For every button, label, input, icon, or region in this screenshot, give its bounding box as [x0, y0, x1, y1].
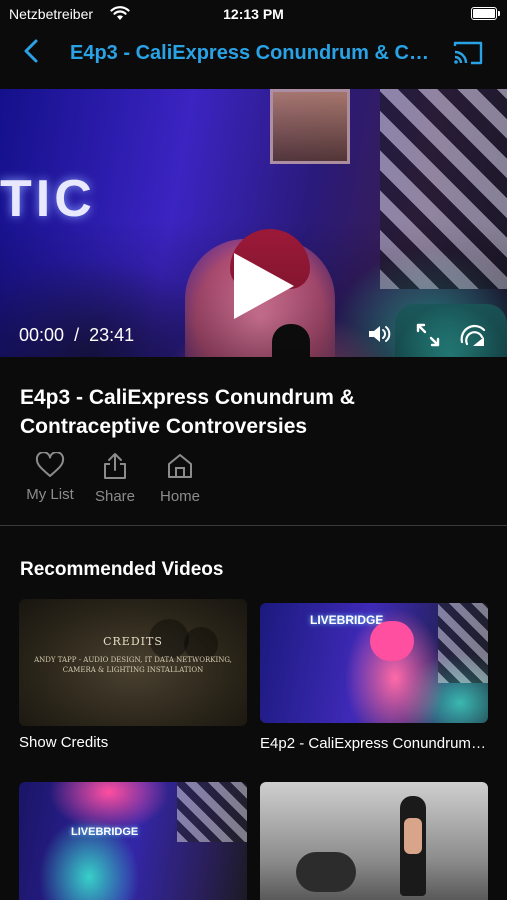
video-scene-poster [270, 89, 350, 164]
heart-icon [35, 452, 65, 477]
nav-title: E4p3 - CaliExpress Conundrum & Contracep… [70, 42, 440, 64]
my-list-label: My List [26, 486, 74, 503]
thumb-neon-text: LIVEBRIDGE [71, 826, 139, 838]
current-time: 00:00 [19, 325, 65, 345]
recommended-card[interactable] [260, 782, 488, 900]
video-caption: Show Credits [19, 734, 109, 751]
recommended-heading: Recommended Videos [20, 559, 224, 580]
time-separator: / [74, 325, 80, 345]
thumb-credits-heading: CREDITS [103, 635, 163, 648]
thumb-neon-text: LIVEBRIDGE [310, 613, 384, 627]
nav-bar: E4p3 - CaliExpress Conundrum & Contracep… [0, 28, 507, 80]
share-label: Share [94, 488, 136, 505]
cast-icon[interactable] [453, 40, 483, 66]
battery-icon [471, 7, 500, 20]
fullscreen-icon[interactable] [415, 322, 441, 348]
video-thumbnail[interactable]: CREDITS ANDY TAPP - AUDIO DESIGN, IT DAT… [19, 599, 247, 726]
share-icon [104, 453, 126, 479]
volume-icon[interactable] [367, 323, 393, 345]
back-chevron-icon[interactable] [20, 38, 44, 64]
clock: 12:13 PM [223, 6, 284, 22]
airplay-icon[interactable] [460, 324, 486, 346]
status-bar: Netzbetreiber 12:13 PM [0, 0, 507, 28]
home-icon [168, 454, 192, 478]
recommended-card[interactable]: LIVEBRIDGE E4p2 - CaliExpress Conundrum … [260, 603, 488, 752]
video-thumbnail[interactable]: LIVEBRIDGE [260, 603, 488, 723]
play-icon[interactable] [228, 251, 298, 321]
episode-title: E4p3 - CaliExpress Conundrum & Contracep… [20, 386, 355, 438]
time-readout: 00:00 / 23:41 [19, 325, 134, 346]
video-caption: E4p2 - CaliExpress Conundrum & Contracep… [260, 735, 488, 752]
duration: 23:41 [89, 325, 135, 345]
thumb-credits-text: ANDY TAPP - AUDIO DESIGN, IT DATA NETWOR… [34, 656, 232, 674]
video-player[interactable]: TIC 00:00 / 23:41 [0, 89, 507, 357]
recommended-card[interactable]: CREDITS ANDY TAPP - AUDIO DESIGN, IT DAT… [19, 599, 247, 751]
recommended-card[interactable]: LIVEBRIDGE [19, 782, 247, 900]
section-divider [0, 525, 507, 526]
video-thumbnail[interactable]: LIVEBRIDGE [19, 782, 247, 900]
my-list-button[interactable]: My List [20, 452, 80, 503]
share-button[interactable]: Share [85, 452, 145, 505]
home-label: Home [159, 488, 200, 505]
video-thumbnail[interactable] [260, 782, 488, 900]
home-button[interactable]: Home [150, 452, 210, 505]
